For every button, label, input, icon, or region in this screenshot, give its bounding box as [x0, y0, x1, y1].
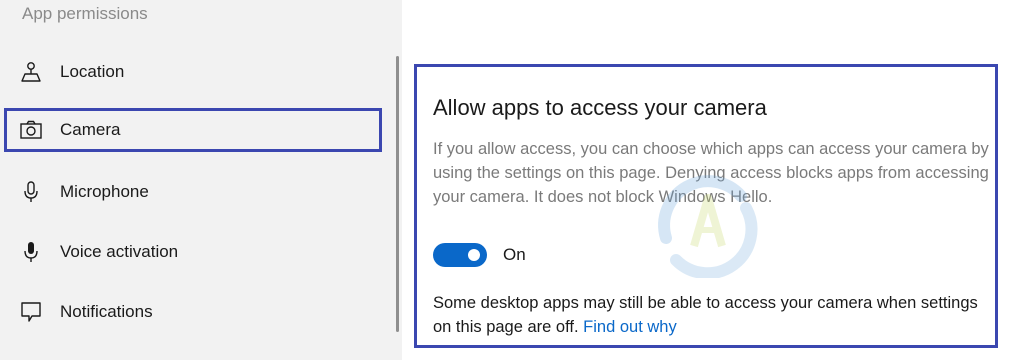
sidebar-scrollbar[interactable]: [396, 56, 399, 332]
sidebar-item-label: Microphone: [60, 182, 149, 201]
find-out-why-link[interactable]: Find out why: [583, 318, 677, 336]
sidebar-item-label: Location: [60, 62, 125, 81]
microphone-icon: [20, 181, 42, 203]
sidebar: App permissions Location Camera Micropho…: [0, 0, 402, 360]
sidebar-item-camera[interactable]: Camera: [4, 108, 382, 152]
toggle-knob: [468, 249, 480, 261]
sidebar-item-label: Notifications: [60, 302, 153, 321]
page-title: Allow apps to access your camera: [433, 95, 767, 120]
location-pin-icon: [20, 61, 42, 83]
watermark-logo-icon: [658, 175, 758, 278]
camera-access-toggle[interactable]: [433, 243, 487, 267]
toggle-state-label: On: [503, 245, 526, 264]
sidebar-item-label: Camera: [60, 120, 121, 139]
sidebar-item-voice-activation[interactable]: Voice activation: [4, 230, 382, 274]
sidebar-item-location[interactable]: Location: [4, 50, 382, 94]
settings-window: App permissions Location Camera Micropho…: [0, 0, 1014, 360]
sidebar-item-notifications[interactable]: Notifications: [4, 290, 382, 334]
desktop-apps-note: Some desktop apps may still be able to a…: [433, 291, 989, 339]
note-text: Some desktop apps may still be able to a…: [433, 294, 978, 336]
notification-bubble-icon: [20, 301, 42, 323]
sidebar-heading: App permissions: [22, 4, 148, 23]
voice-activation-icon: [20, 241, 42, 263]
sidebar-item-label: Voice activation: [60, 242, 179, 261]
camera-access-toggle-row: On: [433, 243, 526, 267]
camera-icon: [20, 119, 42, 141]
sidebar-item-microphone[interactable]: Microphone: [4, 170, 382, 214]
